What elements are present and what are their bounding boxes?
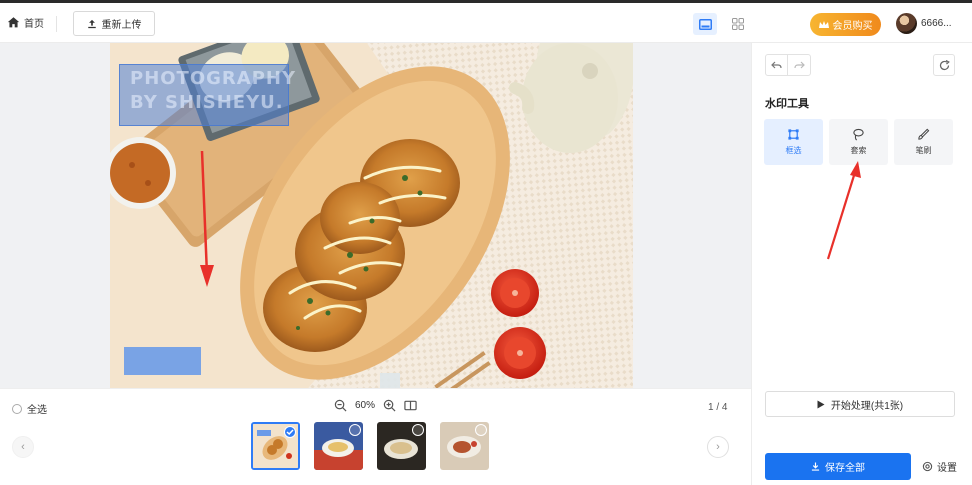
tool-label: 套索	[850, 146, 867, 155]
thumbnail-3[interactable]	[377, 422, 426, 470]
reupload-label: 重新上传	[101, 20, 142, 31]
undo-button[interactable]	[766, 55, 788, 75]
start-processing-label: 开始处理(共1张)	[830, 400, 904, 412]
select-all-label: 全选	[27, 405, 47, 416]
next-button[interactable]: ›	[707, 436, 729, 458]
upload-icon	[87, 19, 96, 28]
brush-icon	[918, 128, 930, 140]
reupload-button[interactable]: 重新上传	[73, 11, 155, 36]
lasso-icon	[853, 128, 864, 141]
redo-icon	[793, 61, 805, 68]
tool-label: 框选	[785, 146, 802, 155]
save-all-button[interactable]: 保存全部	[765, 453, 911, 480]
canvas-area: PHOTOGRAPHY BY SHISHEYU.	[0, 43, 751, 388]
tool-box-select[interactable]: 框选	[764, 119, 823, 165]
vip-label: 会员购买	[832, 21, 873, 32]
tool-brush[interactable]: 笔刷	[894, 119, 953, 165]
page-indicator: 1 / 4	[708, 402, 728, 413]
zoom-controls: 60%	[334, 399, 417, 412]
home-icon	[7, 17, 20, 28]
thumbnail-check[interactable]	[349, 424, 361, 436]
settings-label: 设置	[937, 463, 957, 474]
thumbnail-1[interactable]	[251, 422, 300, 470]
prev-button[interactable]: ‹	[12, 436, 34, 458]
save-all-label: 保存全部	[825, 463, 865, 474]
crown-icon	[818, 20, 829, 28]
select-all-radio[interactable]	[12, 403, 22, 414]
watermark-text-line1: PHOTOGRAPHY	[130, 68, 296, 89]
history-controls	[765, 54, 811, 76]
vip-purchase-button[interactable]: 会员购买	[810, 13, 881, 36]
top-bar: 首页 重新上传 会员购买 6666...	[0, 0, 972, 43]
single-view-toggle[interactable]	[693, 13, 717, 35]
image-preview[interactable]: PHOTOGRAPHY BY SHISHEYU.	[110, 43, 633, 388]
undo-icon	[771, 61, 782, 68]
panel-title: 水印工具	[765, 98, 809, 110]
thumbnail-check[interactable]	[412, 424, 424, 436]
zoom-level: 60%	[355, 400, 376, 411]
watermark-text-line2: BY SHISHEYU.	[130, 92, 284, 113]
grid-view-icon	[732, 18, 744, 30]
download-icon	[811, 462, 820, 471]
start-processing-button[interactable]: 开始处理(共1张)	[765, 391, 955, 417]
user-menu[interactable]: 6666...	[896, 13, 952, 34]
username: 6666...	[921, 18, 952, 29]
divider	[56, 16, 57, 32]
thumbnail-check[interactable]	[475, 424, 487, 436]
play-icon	[817, 400, 825, 408]
zoom-out-icon[interactable]	[334, 399, 347, 412]
chevron-right-icon: ›	[716, 441, 720, 453]
watermark-tool-panel: 水印工具 框选 套索 笔刷 开始处理(共1张) 保存全部 设置	[751, 43, 972, 485]
box-select-icon	[788, 129, 799, 140]
thumbnail-4[interactable]	[440, 422, 489, 470]
zoom-in-icon[interactable]	[383, 399, 396, 412]
gear-icon	[922, 461, 933, 472]
thumbnail-check[interactable]	[284, 426, 296, 438]
select-all[interactable]: 全选	[12, 401, 47, 416]
home-link[interactable]: 首页	[7, 15, 44, 30]
redo-button[interactable]	[788, 55, 810, 75]
home-label: 首页	[24, 19, 44, 30]
bottom-toolbar: 全选 60% 1 / 4 ‹ ›	[0, 388, 751, 485]
grid-view-toggle[interactable]	[727, 13, 749, 35]
annotation-arrow-right	[826, 161, 861, 260]
refresh-icon	[939, 59, 950, 70]
check-icon	[286, 429, 294, 436]
settings-button[interactable]: 设置	[922, 459, 957, 474]
tool-label: 笔刷	[915, 146, 932, 155]
avatar	[896, 13, 917, 34]
selection-box[interactable]	[124, 347, 201, 375]
watermark-selection[interactable]: PHOTOGRAPHY BY SHISHEYU.	[119, 64, 295, 126]
thumbnail-2[interactable]	[314, 422, 363, 470]
single-view-icon	[698, 18, 712, 30]
chevron-left-icon: ‹	[21, 441, 25, 453]
compare-icon[interactable]	[404, 399, 417, 412]
reset-button[interactable]	[933, 54, 955, 76]
tool-lasso[interactable]: 套索	[829, 119, 888, 165]
